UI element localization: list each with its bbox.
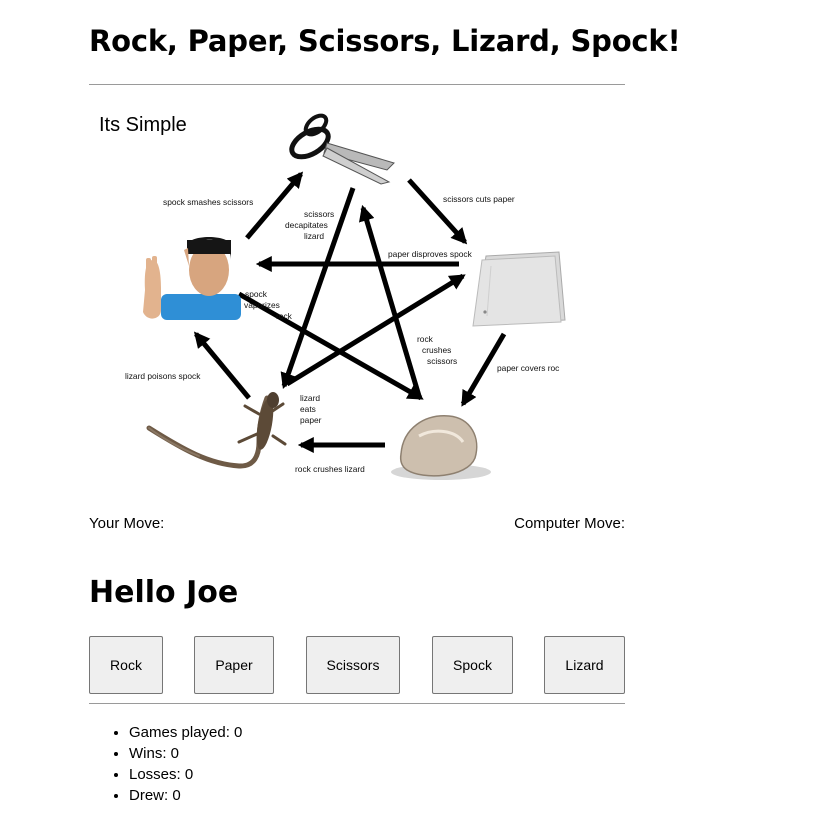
spock-button[interactable]: Spock: [432, 636, 513, 694]
label-spock-smashes-scissors: spock smashes scissors: [163, 197, 253, 207]
rock-icon: [391, 415, 491, 480]
scissors-icon: [289, 113, 395, 185]
buttons-divider: [89, 703, 625, 704]
label-scissors-decapitates-lizard-3: lizard: [304, 231, 324, 241]
spock-icon: [143, 237, 241, 320]
label-rock-crushes-lizard: rock crushes lizard: [295, 464, 365, 474]
lizard-button[interactable]: Lizard: [544, 636, 625, 694]
paper-icon: [472, 251, 566, 327]
rules-diagram: Its Simple spock smashes scissors scisso…: [89, 98, 625, 498]
stats-list: Games played: 0 Wins: 0 Losses: 0 Drew: …: [89, 722, 242, 806]
label-spock-vaporizes-rock-1: spock: [245, 289, 268, 299]
arrow-lizard-spock: [193, 331, 251, 400]
label-paper-disproves-spock: paper disproves spock: [388, 249, 473, 259]
label-lizard-poisons-spock: lizard poisons spock: [125, 371, 201, 381]
lizard-icon: [146, 392, 287, 469]
label-scissors-cuts-paper: scissors cuts paper: [443, 194, 515, 204]
label-scissors-decapitates-lizard-1: scissors: [304, 209, 334, 219]
paper-button[interactable]: Paper: [194, 636, 274, 694]
rock-button[interactable]: Rock: [89, 636, 163, 694]
rule-arrows: [193, 171, 507, 454]
arrow-lizard-paper: [285, 273, 466, 387]
stat-wins: Wins: 0: [129, 743, 242, 764]
page-title: Rock, Paper, Scissors, Lizard, Spock!: [89, 24, 681, 58]
computer-move-label: Computer Move:: [514, 515, 625, 532]
label-paper-covers-rock: paper covers roc: [497, 363, 559, 373]
stat-losses: Losses: 0: [129, 764, 242, 785]
scissors-button[interactable]: Scissors: [306, 636, 400, 694]
label-lizard-eats-paper-1: lizard: [300, 393, 320, 403]
label-lizard-eats-paper-2: eats: [300, 404, 316, 414]
label-rock-crushes-scissors-1: rock: [417, 334, 434, 344]
stat-drew: Drew: 0: [129, 785, 242, 806]
label-scissors-decapitates-lizard-2: decapitates: [285, 220, 328, 230]
diagram-heading: Its Simple: [99, 114, 187, 136]
greeting-heading: Hello Joe: [89, 575, 239, 610]
label-spock-vaporizes-rock-2: vaporizes: [244, 300, 280, 310]
label-rock-crushes-scissors-2: crushes: [422, 345, 451, 355]
arrow-scissors-paper: [407, 178, 468, 245]
label-lizard-eats-paper-3: paper: [300, 415, 322, 425]
label-spock-vaporizes-rock-3: rock: [276, 311, 293, 321]
stat-games-played: Games played: 0: [129, 722, 242, 743]
your-move-label: Your Move:: [89, 515, 165, 532]
label-rock-crushes-scissors-3: scissors: [427, 356, 457, 366]
title-divider: [89, 84, 625, 85]
